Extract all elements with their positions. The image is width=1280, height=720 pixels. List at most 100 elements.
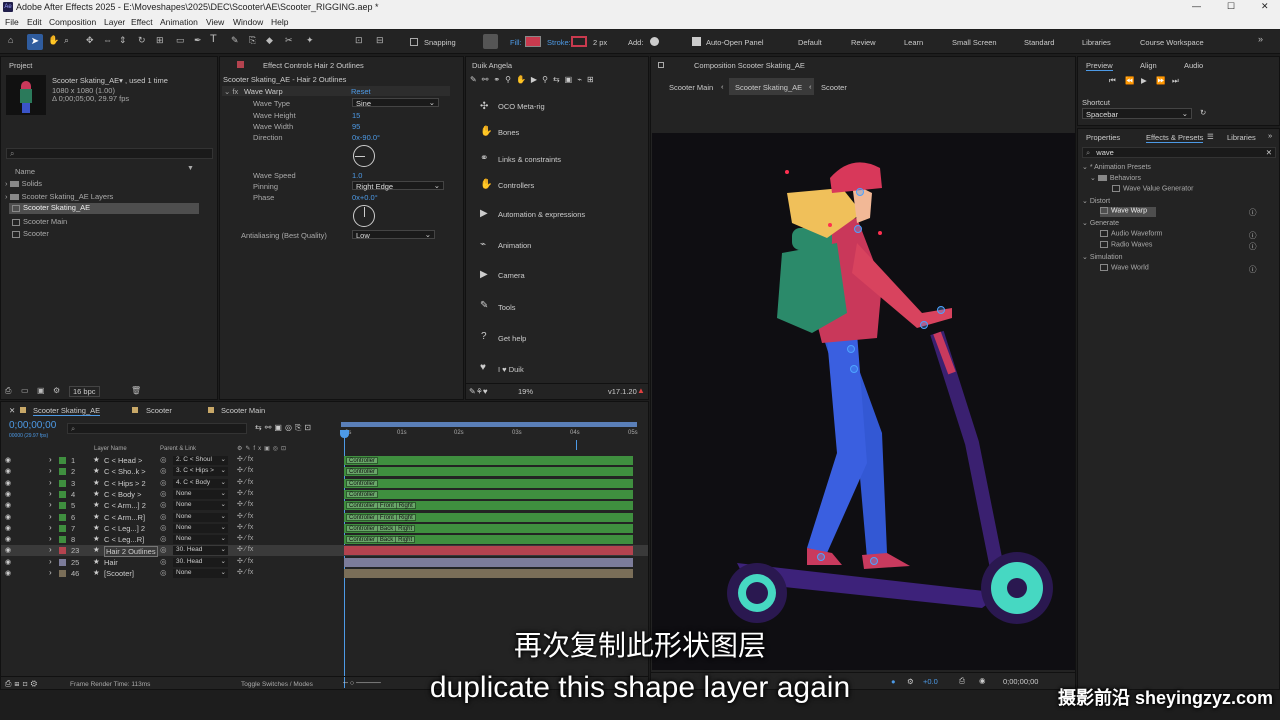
visibility-eye-icon[interactable]: ◉ [5, 546, 11, 554]
tab-timeline-scooter-main[interactable]: Scooter Main [221, 406, 265, 415]
expand-chevron-icon[interactable]: › [49, 466, 52, 475]
reset-icon[interactable]: ↻ [1200, 108, 1206, 117]
layer-duration-bar[interactable] [344, 546, 633, 556]
duik-item-controllers[interactable]: Controllers [498, 181, 534, 190]
layer-name[interactable]: C < Arm...R] [104, 513, 145, 522]
project-item-solids[interactable]: › Solids [5, 179, 213, 188]
clone-tool-icon[interactable]: ⎘ [249, 35, 256, 46]
pen-tool-icon[interactable]: ✒ [194, 35, 202, 46]
duik-item-help[interactable]: Get help [498, 334, 526, 343]
visibility-eye-icon[interactable]: ◉ [5, 524, 11, 532]
label-color-swatch[interactable] [59, 536, 66, 544]
parent-dropdown[interactable]: None ⌄ [173, 501, 228, 511]
add-button-icon[interactable] [650, 37, 659, 46]
visibility-eye-icon[interactable]: ◉ [5, 456, 11, 464]
menu-animation[interactable]: Animation [160, 17, 198, 27]
text-tool-icon[interactable]: T [210, 33, 217, 45]
stroke-width-value[interactable]: 2 px [593, 38, 607, 47]
menu-effect[interactable]: Effect [131, 17, 153, 27]
work-area-bar[interactable] [341, 422, 637, 427]
duik-item-animation[interactable]: Animation [498, 241, 531, 250]
fill-swatch[interactable] [525, 36, 541, 47]
minimize-button[interactable]: — [1192, 1, 1201, 11]
pickwhip-icon[interactable]: ◎ [160, 512, 167, 521]
layer-duration-bar[interactable] [344, 478, 633, 488]
label-color-swatch[interactable] [59, 513, 66, 521]
puppet-tool-icon[interactable]: ✦ [306, 35, 314, 46]
expand-chevron-icon[interactable]: › [49, 500, 52, 509]
parent-dropdown[interactable]: 2. C < Shoul ⌄ [173, 456, 228, 465]
crumb-scooter-main[interactable]: Scooter Main [669, 83, 713, 92]
tree-distort[interactable]: ⌄ Distort [1082, 197, 1110, 205]
menu-view[interactable]: View [206, 17, 224, 27]
visibility-eye-icon[interactable]: ◉ [5, 490, 11, 498]
new-comp-icon[interactable]: ▣ [37, 386, 45, 395]
eraser-tool-icon[interactable]: ◆ [266, 35, 273, 46]
workspace-small-screen[interactable]: Small Screen [952, 38, 997, 47]
hand-tool-icon[interactable]: ✋ [48, 35, 59, 46]
tab-composition[interactable]: Composition Scooter Skating_AE [694, 61, 805, 70]
phase-dial[interactable] [353, 205, 375, 227]
snapping-checkbox[interactable] [410, 38, 418, 46]
layer-name[interactable]: C < Hips > 2 [104, 479, 146, 488]
tab-preview[interactable]: Preview [1086, 61, 1113, 71]
controller-shoulder[interactable] [854, 225, 862, 233]
clear-search-icon[interactable]: ✕ [1266, 148, 1272, 157]
project-item-scooter-skating[interactable]: Scooter Skating_AE [9, 203, 199, 214]
workspace-review[interactable]: Review [851, 38, 876, 47]
project-item-layers-folder[interactable]: › Scooter Skating_AE Layers [5, 192, 213, 201]
layer-duration-bar[interactable] [344, 557, 633, 567]
auto-open-checkbox[interactable] [692, 37, 701, 46]
pickwhip-icon[interactable]: ◎ [160, 455, 167, 464]
pickwhip-icon[interactable]: ◎ [160, 545, 167, 554]
close-button[interactable]: ✕ [1261, 1, 1269, 12]
info-icon[interactable]: ⓘ [1249, 230, 1257, 241]
layer-switches[interactable]: ✣ ⁄ fx [237, 455, 253, 463]
dolly-tool-icon[interactable]: ⇕ [119, 35, 127, 46]
duik-item-automation[interactable]: Automation & expressions [498, 210, 585, 219]
workspace-course[interactable]: Course Workspace [1140, 38, 1204, 47]
visibility-eye-icon[interactable]: ◉ [5, 558, 11, 566]
layer-switches[interactable]: ✣ ⁄ fx [237, 545, 253, 553]
wave-speed-value[interactable]: 1.0 [352, 171, 362, 180]
tree-animation-presets[interactable]: ⌄ * Animation Presets [1082, 163, 1151, 171]
label-color-swatch[interactable] [59, 547, 66, 555]
layer-name[interactable]: C < Leg...] 2 [104, 524, 145, 533]
workspace-default[interactable]: Default [798, 38, 822, 47]
layer-switches[interactable]: ✣ ⁄ fx [237, 466, 253, 474]
layer-name[interactable]: [Scooter] [104, 569, 134, 578]
zoom-tool-icon[interactable]: ⌕ [64, 35, 69, 46]
rotate-tool-icon[interactable]: ↻ [138, 35, 146, 46]
timeline-timecode[interactable]: 0;00;00;00 [9, 420, 56, 431]
prev-frame-icon[interactable]: ⏪ [1125, 76, 1134, 85]
label-color-swatch[interactable] [59, 457, 66, 464]
chevron-down-icon[interactable]: ⌄ fx [224, 87, 238, 96]
visibility-eye-icon[interactable]: ◉ [5, 501, 11, 509]
label-color-swatch[interactable] [59, 468, 66, 476]
snap-option-icon[interactable]: ⊟ [376, 35, 384, 46]
layer-duration-bar[interactable] [344, 489, 633, 499]
controller-head[interactable] [856, 188, 864, 196]
play-preview-icon[interactable]: ▶ [1141, 76, 1147, 85]
project-search-input[interactable]: ⌕ [6, 148, 213, 159]
pickwhip-icon[interactable]: ◎ [160, 478, 167, 487]
duik-item-links[interactable]: Links & constraints [498, 155, 561, 164]
pickwhip-icon[interactable]: ◎ [160, 489, 167, 498]
tab-effects-presets[interactable]: Effects & Presets [1146, 133, 1204, 143]
expand-chevron-icon[interactable]: › [49, 489, 52, 498]
expand-chevron-icon[interactable]: › [49, 512, 52, 521]
stroke-swatch[interactable] [571, 36, 587, 47]
expand-chevron-icon[interactable]: › [49, 523, 52, 532]
layer-name[interactable]: C < Body > [104, 490, 142, 499]
more-workspaces-icon[interactable]: » [1258, 34, 1263, 44]
tab-audio[interactable]: Audio [1184, 61, 1203, 70]
panel-menu-icon[interactable]: ☰ [1207, 132, 1214, 141]
timeline-switch-icons[interactable]: ⇆⚯▣◎⎘⊡ [255, 423, 314, 433]
brush-tool-icon[interactable]: ✎ [231, 35, 239, 46]
pickwhip-icon[interactable]: ◎ [160, 534, 167, 543]
layer-name[interactable]: C < Leg...R] [104, 535, 144, 544]
layer-switches[interactable]: ✣ ⁄ fx [237, 478, 253, 486]
visibility-eye-icon[interactable]: ◉ [5, 513, 11, 521]
duik-item-camera[interactable]: Camera [498, 271, 525, 280]
selection-tool-icon[interactable]: ➤ [27, 34, 43, 50]
